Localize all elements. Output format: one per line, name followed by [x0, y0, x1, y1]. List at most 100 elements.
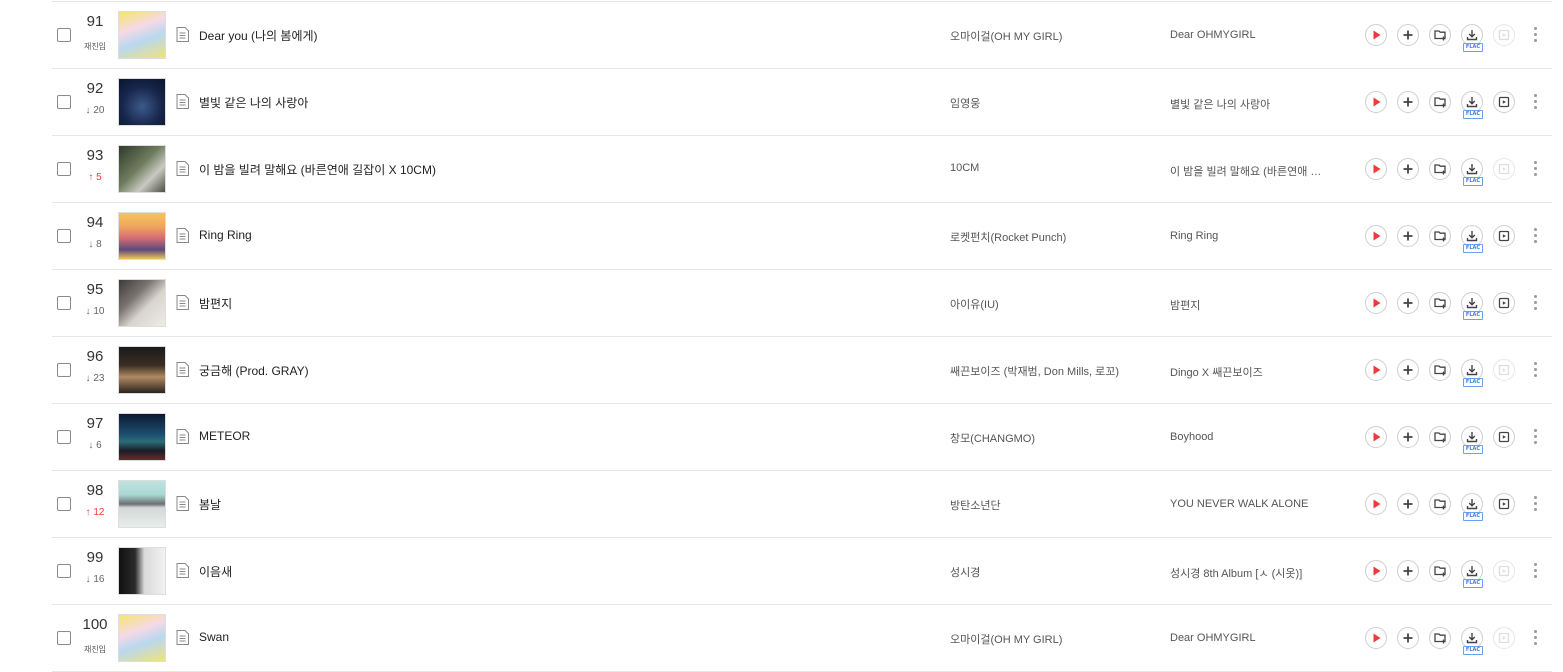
add-to-playlist-button[interactable]	[1397, 24, 1419, 46]
more-options-icon[interactable]	[1526, 91, 1546, 113]
add-to-playlist-button[interactable]	[1397, 91, 1419, 113]
song-title[interactable]: Dear you (나의 봄에게)	[199, 27, 318, 44]
album-cover[interactable]	[118, 279, 166, 327]
album-cover[interactable]	[118, 212, 166, 260]
add-to-playlist-button[interactable]	[1397, 292, 1419, 314]
put-in-button[interactable]	[1429, 627, 1451, 649]
artist-name[interactable]: 아이유(IU)	[950, 296, 1122, 312]
play-button[interactable]	[1365, 493, 1387, 515]
play-button[interactable]	[1365, 426, 1387, 448]
album-cover[interactable]	[118, 78, 166, 126]
more-options-icon[interactable]	[1526, 426, 1546, 448]
put-in-button[interactable]	[1429, 560, 1451, 582]
lyrics-icon[interactable]	[176, 161, 189, 176]
row-checkbox[interactable]	[57, 296, 71, 310]
song-title[interactable]: 이음새	[199, 563, 232, 580]
add-to-playlist-button[interactable]	[1397, 560, 1419, 582]
row-checkbox[interactable]	[57, 229, 71, 243]
put-in-button[interactable]	[1429, 24, 1451, 46]
row-checkbox[interactable]	[57, 631, 71, 645]
artist-name[interactable]: 성시경	[950, 564, 1122, 580]
album-cover[interactable]	[118, 11, 166, 59]
album-cover[interactable]	[118, 413, 166, 461]
album-name[interactable]: Dear OHMYGIRL	[1170, 632, 1328, 644]
artist-name[interactable]: 임영웅	[950, 95, 1122, 111]
lyrics-icon[interactable]	[176, 496, 189, 511]
more-options-icon[interactable]	[1526, 225, 1546, 247]
add-to-playlist-button[interactable]	[1397, 158, 1419, 180]
lyrics-icon[interactable]	[176, 94, 189, 109]
album-name[interactable]: YOU NEVER WALK ALONE	[1170, 498, 1328, 510]
play-button[interactable]	[1365, 560, 1387, 582]
music-video-button[interactable]	[1493, 158, 1515, 180]
album-cover[interactable]	[118, 547, 166, 595]
put-in-button[interactable]	[1429, 426, 1451, 448]
put-in-button[interactable]	[1429, 225, 1451, 247]
album-name[interactable]: Ring Ring	[1170, 230, 1328, 242]
put-in-button[interactable]	[1429, 158, 1451, 180]
album-cover[interactable]	[118, 614, 166, 662]
album-name[interactable]: Dingo X 쌔끈보이즈	[1170, 364, 1328, 380]
album-cover[interactable]	[118, 480, 166, 528]
more-options-icon[interactable]	[1526, 359, 1546, 381]
play-button[interactable]	[1365, 359, 1387, 381]
lyrics-icon[interactable]	[176, 429, 189, 444]
music-video-button[interactable]	[1493, 225, 1515, 247]
artist-name[interactable]: 오마이걸(OH MY GIRL)	[950, 28, 1122, 44]
artist-name[interactable]: 방탄소년단	[950, 497, 1122, 513]
put-in-button[interactable]	[1429, 292, 1451, 314]
add-to-playlist-button[interactable]	[1397, 225, 1419, 247]
album-name[interactable]: 별빛 같은 나의 사랑아	[1170, 96, 1328, 112]
album-name[interactable]: Dear OHMYGIRL	[1170, 29, 1328, 41]
row-checkbox[interactable]	[57, 430, 71, 444]
album-cover[interactable]	[118, 346, 166, 394]
song-title[interactable]: 밤편지	[199, 295, 232, 312]
song-title[interactable]: 봄날	[199, 496, 221, 513]
add-to-playlist-button[interactable]	[1397, 627, 1419, 649]
music-video-button[interactable]	[1493, 560, 1515, 582]
more-options-icon[interactable]	[1526, 158, 1546, 180]
more-options-icon[interactable]	[1526, 292, 1546, 314]
music-video-button[interactable]	[1493, 493, 1515, 515]
album-name[interactable]: 성시경 8th Album [ㅅ (시옷)]	[1170, 565, 1328, 581]
lyrics-icon[interactable]	[176, 630, 189, 645]
song-title[interactable]: 이 밤을 빌려 말해요 (바른연애 길잡이 X 10CM)	[199, 161, 436, 178]
lyrics-icon[interactable]	[176, 362, 189, 377]
more-options-icon[interactable]	[1526, 627, 1546, 649]
play-button[interactable]	[1365, 24, 1387, 46]
music-video-button[interactable]	[1493, 292, 1515, 314]
song-title[interactable]: Ring Ring	[199, 228, 252, 242]
row-checkbox[interactable]	[57, 95, 71, 109]
row-checkbox[interactable]	[57, 28, 71, 42]
song-title[interactable]: Swan	[199, 630, 229, 644]
lyrics-icon[interactable]	[176, 563, 189, 578]
artist-name[interactable]: 로켓펀치(Rocket Punch)	[950, 229, 1122, 245]
album-name[interactable]: 밤편지	[1170, 297, 1328, 313]
row-checkbox[interactable]	[57, 363, 71, 377]
put-in-button[interactable]	[1429, 91, 1451, 113]
row-checkbox[interactable]	[57, 497, 71, 511]
row-checkbox[interactable]	[57, 162, 71, 176]
play-button[interactable]	[1365, 225, 1387, 247]
put-in-button[interactable]	[1429, 493, 1451, 515]
artist-name[interactable]: 오마이걸(OH MY GIRL)	[950, 631, 1122, 647]
add-to-playlist-button[interactable]	[1397, 359, 1419, 381]
put-in-button[interactable]	[1429, 359, 1451, 381]
album-cover[interactable]	[118, 145, 166, 193]
add-to-playlist-button[interactable]	[1397, 493, 1419, 515]
more-options-icon[interactable]	[1526, 24, 1546, 46]
album-name[interactable]: 이 밤을 빌려 말해요 (바른연애 길잡이 X 10CM)	[1170, 163, 1328, 179]
more-options-icon[interactable]	[1526, 493, 1546, 515]
music-video-button[interactable]	[1493, 91, 1515, 113]
music-video-button[interactable]	[1493, 627, 1515, 649]
music-video-button[interactable]	[1493, 24, 1515, 46]
play-button[interactable]	[1365, 91, 1387, 113]
play-button[interactable]	[1365, 292, 1387, 314]
song-title[interactable]: 궁금해 (Prod. GRAY)	[199, 362, 309, 379]
lyrics-icon[interactable]	[176, 295, 189, 310]
row-checkbox[interactable]	[57, 564, 71, 578]
music-video-button[interactable]	[1493, 359, 1515, 381]
song-title[interactable]: 별빛 같은 나의 사랑아	[199, 94, 308, 111]
artist-name[interactable]: 10CM	[950, 162, 1122, 174]
song-title[interactable]: METEOR	[199, 429, 250, 443]
